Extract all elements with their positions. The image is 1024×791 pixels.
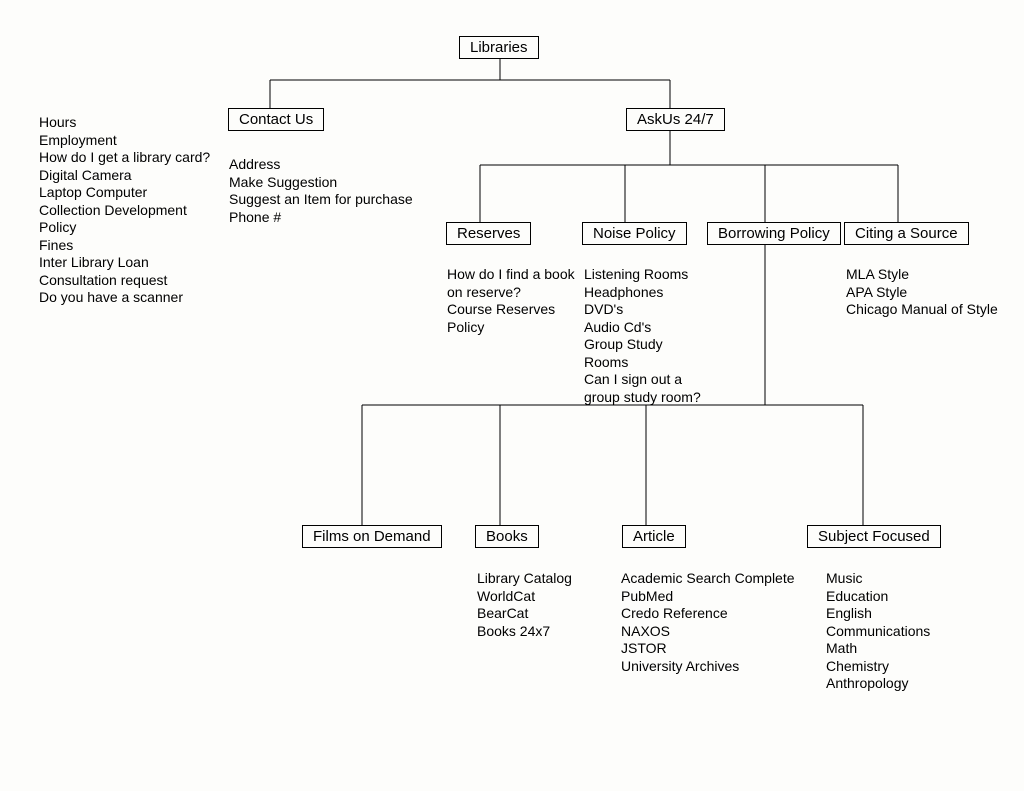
list-item: Library Catalog — [477, 570, 597, 588]
list-item: Audio Cd's — [584, 319, 709, 337]
list-item: Education — [826, 588, 966, 606]
list-item: Fines — [39, 237, 219, 255]
list-item: Anthropology — [826, 675, 966, 693]
list-item: Academic Search Complete — [621, 570, 801, 588]
list-item: How do I get a library card? — [39, 149, 219, 167]
node-books: Books — [475, 525, 539, 548]
node-noise-policy: Noise Policy — [582, 222, 687, 245]
list-item: Do you have a scanner — [39, 289, 219, 307]
node-contact-us: Contact Us — [228, 108, 324, 131]
list-item: Can I sign out a group study room? — [584, 371, 709, 406]
list-item: How do I find a book on reserve? — [447, 266, 577, 301]
list-item: Communications — [826, 623, 966, 641]
list-item: Inter Library Loan — [39, 254, 219, 272]
subject-list: Music Education English Communications M… — [826, 570, 966, 693]
node-label: Contact Us — [239, 111, 313, 128]
list-item: APA Style — [846, 284, 1016, 302]
list-item: University Archives — [621, 658, 801, 676]
noise-list: Listening Rooms Headphones DVD's Audio C… — [584, 266, 709, 406]
list-item: Hours — [39, 114, 219, 132]
node-citing-source: Citing a Source — [844, 222, 969, 245]
node-label: Article — [633, 528, 675, 545]
list-item: Address — [229, 156, 429, 174]
list-item: Laptop Computer — [39, 184, 219, 202]
node-label: Borrowing Policy — [718, 225, 830, 242]
list-item: PubMed — [621, 588, 801, 606]
list-item: Credo Reference — [621, 605, 801, 623]
list-item: Course Reserves Policy — [447, 301, 577, 336]
node-label: AskUs 24/7 — [637, 111, 714, 128]
list-item: WorldCat — [477, 588, 597, 606]
diagram-canvas: Libraries Hours Employment How do I get … — [0, 0, 1024, 791]
books-list: Library Catalog WorldCat BearCat Books 2… — [477, 570, 597, 640]
node-label: Subject Focused — [818, 528, 930, 545]
node-reserves: Reserves — [446, 222, 531, 245]
list-item: BearCat — [477, 605, 597, 623]
list-item: JSTOR — [621, 640, 801, 658]
list-item: Digital Camera — [39, 167, 219, 185]
list-item: English — [826, 605, 966, 623]
list-item: Consultation request — [39, 272, 219, 290]
list-item: Collection Development Policy — [39, 202, 219, 237]
node-label: Books — [486, 528, 528, 545]
node-borrowing-policy: Borrowing Policy — [707, 222, 841, 245]
node-label: Noise Policy — [593, 225, 676, 242]
node-films-on-demand: Films on Demand — [302, 525, 442, 548]
node-libraries: Libraries — [459, 36, 539, 59]
citing-list: MLA Style APA Style Chicago Manual of St… — [846, 266, 1016, 319]
node-label: Reserves — [457, 225, 520, 242]
list-item: Books 24x7 — [477, 623, 597, 641]
reserves-list: How do I find a book on reserve? Course … — [447, 266, 577, 336]
list-item: Phone # — [229, 209, 429, 227]
node-label: Citing a Source — [855, 225, 958, 242]
list-item: Suggest an Item for purchase — [229, 191, 429, 209]
list-item: Headphones — [584, 284, 709, 302]
list-item: Music — [826, 570, 966, 588]
list-item: Chicago Manual of Style — [846, 301, 1016, 319]
list-item: DVD's — [584, 301, 709, 319]
misc-list: Hours Employment How do I get a library … — [39, 114, 219, 307]
list-item: MLA Style — [846, 266, 1016, 284]
list-item: NAXOS — [621, 623, 801, 641]
list-item: Make Suggestion — [229, 174, 429, 192]
list-item: Group Study Rooms — [584, 336, 709, 371]
node-article: Article — [622, 525, 686, 548]
node-label: Libraries — [470, 39, 528, 56]
list-item: Employment — [39, 132, 219, 150]
contact-us-list: Address Make Suggestion Suggest an Item … — [229, 156, 429, 226]
node-subject-focused: Subject Focused — [807, 525, 941, 548]
list-item: Chemistry — [826, 658, 966, 676]
node-label: Films on Demand — [313, 528, 431, 545]
node-askus: AskUs 24/7 — [626, 108, 725, 131]
list-item: Math — [826, 640, 966, 658]
article-list: Academic Search Complete PubMed Credo Re… — [621, 570, 801, 675]
list-item: Listening Rooms — [584, 266, 709, 284]
